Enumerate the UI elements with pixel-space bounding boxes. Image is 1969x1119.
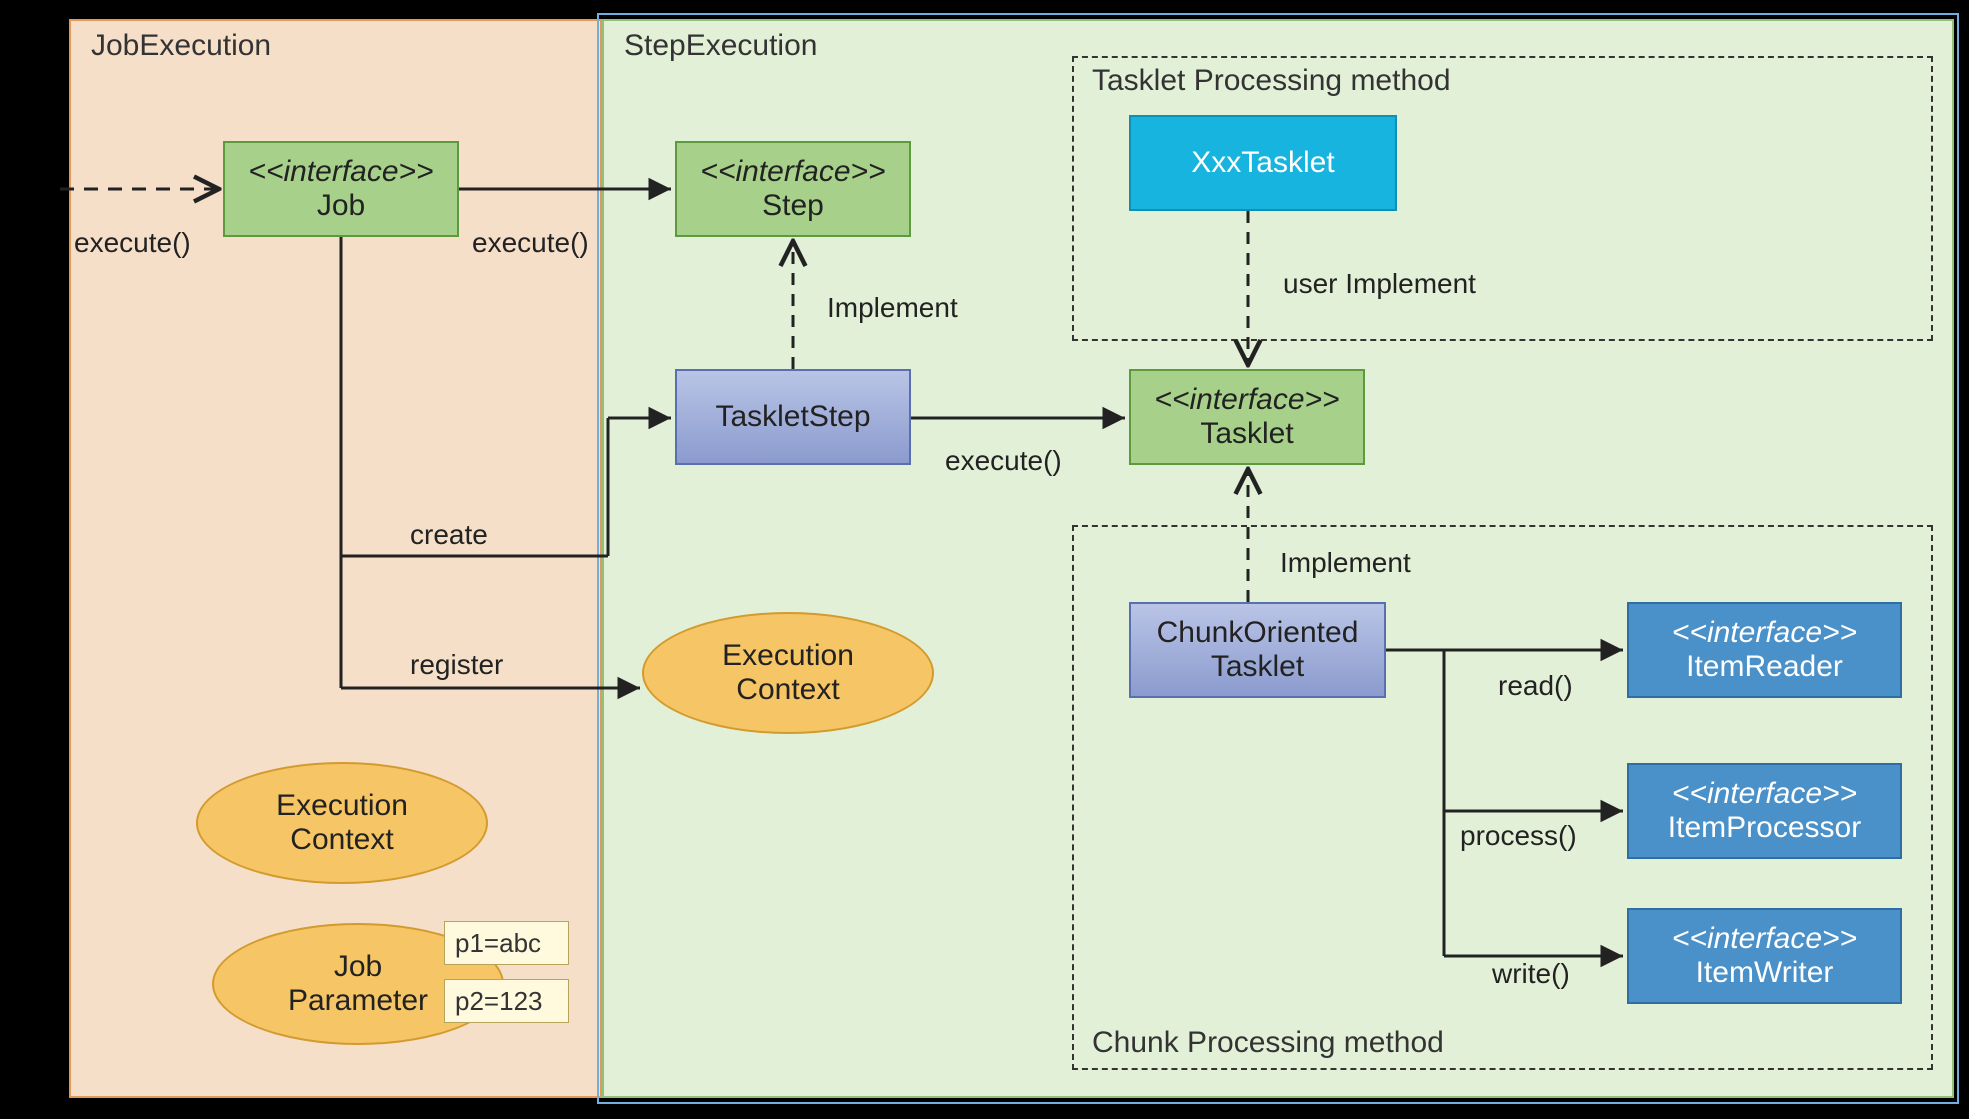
chunk-tasklet-line1: ChunkOriented xyxy=(1157,616,1359,651)
item-writer-stereo: <<interface>> xyxy=(1672,922,1857,957)
region-title-chunk-method: Chunk Processing method xyxy=(1092,1026,1444,1060)
region-title-job-execution: JobExecution xyxy=(91,29,271,63)
box-job-interface: <<interface>> Job xyxy=(223,141,459,237)
step-name: Step xyxy=(762,189,824,224)
note-p1: p1=abc xyxy=(444,921,569,965)
execctx1-line2: Context xyxy=(736,673,839,708)
chunk-tasklet-line2: Tasklet xyxy=(1211,650,1304,685)
item-processor-name: ItemProcessor xyxy=(1668,811,1861,846)
job-name: Job xyxy=(317,189,365,224)
ellipse-execution-context-job: Execution Context xyxy=(196,762,488,884)
label-process: process() xyxy=(1460,820,1577,852)
label-execute-job: execute() xyxy=(74,227,191,259)
box-item-writer: <<interface>> ItemWriter xyxy=(1627,908,1902,1004)
execctx1-line1: Execution xyxy=(722,639,854,674)
item-reader-stereo: <<interface>> xyxy=(1672,616,1857,651)
region-title-step-execution: StepExecution xyxy=(624,29,817,63)
item-processor-stereo: <<interface>> xyxy=(1672,777,1857,812)
tasklet-stereo: <<interface>> xyxy=(1154,383,1339,418)
box-item-reader: <<interface>> ItemReader xyxy=(1627,602,1902,698)
jobparam-line1: Job xyxy=(334,950,382,985)
note-p2: p2=123 xyxy=(444,979,569,1023)
region-title-tasklet-method: Tasklet Processing method xyxy=(1092,64,1451,98)
box-tasklet-step: TaskletStep xyxy=(675,369,911,465)
label-create: create xyxy=(410,519,488,551)
label-register: register xyxy=(410,649,503,681)
item-writer-name: ItemWriter xyxy=(1696,956,1834,991)
step-stereo: <<interface>> xyxy=(700,155,885,190)
box-tasklet-interface: <<interface>> Tasklet xyxy=(1129,369,1365,465)
diagram-canvas: JobExecution StepExecution Tasklet Proce… xyxy=(0,0,1969,1119)
label-read: read() xyxy=(1498,670,1573,702)
xxx-tasklet-name: XxxTasklet xyxy=(1191,146,1334,181)
tasklet-name: Tasklet xyxy=(1200,417,1293,452)
box-item-processor: <<interface>> ItemProcessor xyxy=(1627,763,1902,859)
tasklet-step-name: TaskletStep xyxy=(715,400,870,435)
label-execute-tasklet: execute() xyxy=(945,445,1062,477)
label-implement-step: Implement xyxy=(827,292,958,324)
box-xxx-tasklet: XxxTasklet xyxy=(1129,115,1397,211)
execctx2-line1: Execution xyxy=(276,789,408,824)
label-user-implement: user Implement xyxy=(1283,268,1476,300)
label-write: write() xyxy=(1492,958,1570,990)
job-stereo: <<interface>> xyxy=(248,155,433,190)
label-execute-step: execute() xyxy=(472,227,589,259)
item-reader-name: ItemReader xyxy=(1686,650,1843,685)
box-step-interface: <<interface>> Step xyxy=(675,141,911,237)
jobparam-line2: Parameter xyxy=(288,984,428,1019)
label-implement-tasklet: Implement xyxy=(1280,547,1411,579)
execctx2-line2: Context xyxy=(290,823,393,858)
ellipse-execution-context-step: Execution Context xyxy=(642,612,934,734)
box-chunk-oriented-tasklet: ChunkOriented Tasklet xyxy=(1129,602,1386,698)
